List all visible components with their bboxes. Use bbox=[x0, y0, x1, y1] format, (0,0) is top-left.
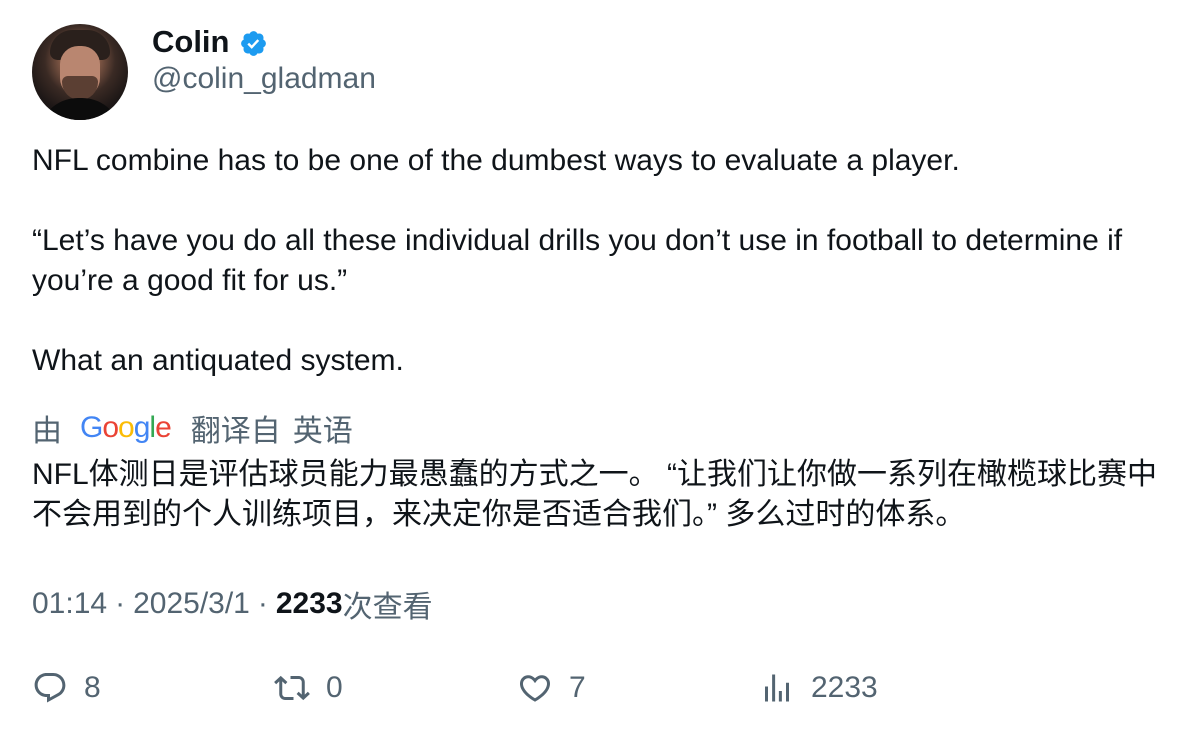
tweet-line: “Let’s have you do all these individual … bbox=[32, 224, 1123, 297]
translated-from-label: 翻译自 bbox=[190, 415, 281, 448]
retweet-button[interactable]: 0 bbox=[274, 670, 343, 706]
meta-separator: · bbox=[257, 587, 268, 620]
like-icon bbox=[519, 675, 551, 702]
tweet-line: NFL combine has to be one of the dumbest… bbox=[32, 144, 960, 177]
views-icon bbox=[765, 674, 789, 702]
retweet-count: 0 bbox=[326, 671, 343, 704]
meta-separator: · bbox=[115, 587, 126, 620]
reply-button[interactable]: 8 bbox=[32, 670, 101, 706]
like-button[interactable]: 7 bbox=[517, 670, 586, 706]
google-logo: Google bbox=[80, 411, 172, 444]
source-language: 英语 bbox=[292, 415, 353, 448]
views-label: 次查看 bbox=[342, 591, 433, 624]
author-handle[interactable]: @colin_gladman bbox=[152, 62, 376, 96]
translation-attribution: 由 Google 翻译自 英语 bbox=[32, 406, 353, 450]
like-count: 7 bbox=[569, 671, 586, 704]
tweet-time[interactable]: 01:14 bbox=[32, 587, 107, 621]
tweet-actions: 8 0 7 2233 bbox=[32, 670, 1162, 714]
translated-text: NFL体测日是评估球员能力最愚蠢的方式之一。 “让我们让你做一系列在橄榄球比赛中… bbox=[32, 458, 1157, 531]
author-name-row: Colin bbox=[152, 22, 268, 62]
translated-by-prefix: 由 bbox=[32, 415, 62, 448]
views-action-count: 2233 bbox=[811, 671, 878, 704]
reply-icon bbox=[34, 673, 66, 703]
views-count: 2233 bbox=[275, 587, 343, 620]
reply-count: 8 bbox=[84, 671, 101, 704]
verified-badge-icon bbox=[240, 30, 266, 56]
author-name[interactable]: Colin bbox=[152, 24, 230, 60]
tweet-date[interactable]: 2025/3/1 bbox=[133, 587, 250, 621]
tweet-text: NFL combine has to be one of the dumbest… bbox=[32, 141, 1162, 381]
avatar[interactable] bbox=[32, 24, 128, 120]
tweet-meta: 01:14 · 2025/3/1 · 2233 次查看 bbox=[32, 582, 433, 626]
views-button[interactable]: 2233 bbox=[759, 670, 878, 706]
retweet-icon bbox=[274, 675, 310, 701]
tweet-line: What an antiquated system. bbox=[32, 344, 404, 377]
